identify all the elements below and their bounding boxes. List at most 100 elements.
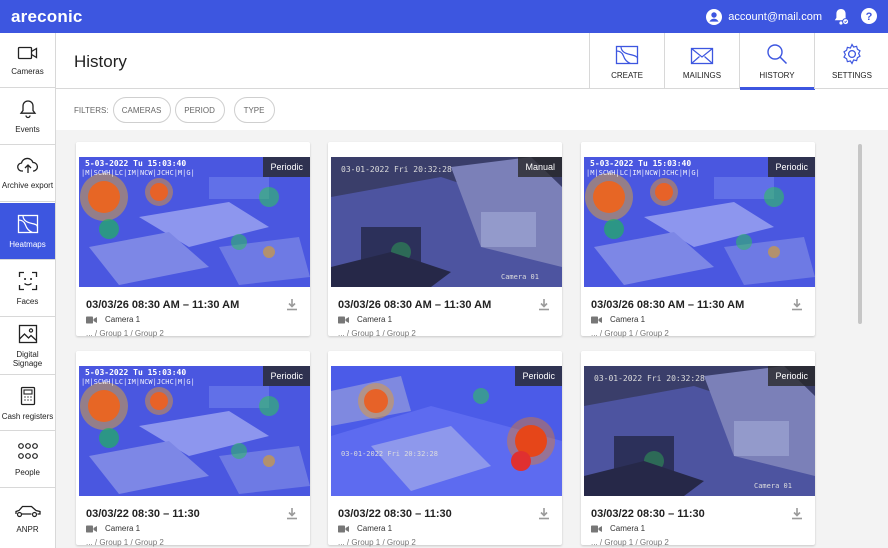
heatmap-thumbnail[interactable]: 03-01-2022 Fri 20:32:28 Camera 01 Manual bbox=[331, 157, 562, 287]
image-icon bbox=[18, 324, 37, 344]
help-icon[interactable]: ? bbox=[861, 8, 877, 24]
sidebar-item-label: Heatmaps bbox=[9, 239, 46, 249]
camera-row: Camera 1 bbox=[591, 315, 645, 324]
svg-text:03-01-2022 Fri 20:32:28: 03-01-2022 Fri 20:32:28 bbox=[594, 374, 705, 383]
camera-name: Camera 1 bbox=[357, 524, 393, 533]
svg-text:?: ? bbox=[866, 11, 873, 23]
download-icon[interactable] bbox=[286, 298, 298, 311]
sidebar-item-faces[interactable]: Faces bbox=[0, 261, 55, 317]
sidebar-item-label: Events bbox=[15, 125, 40, 134]
search-icon bbox=[767, 44, 788, 65]
sidebar-item-digital-signage[interactable]: Digital Signage bbox=[0, 318, 55, 375]
heatmap-icon bbox=[17, 214, 38, 233]
svg-text:Camera 01: Camera 01 bbox=[501, 273, 539, 281]
filter-chip-period[interactable]: PERIOD bbox=[174, 97, 225, 123]
sidebar-item-label: Faces bbox=[16, 297, 39, 306]
camera-row: Camera 1 bbox=[338, 524, 392, 533]
bell-icon bbox=[19, 100, 36, 119]
sidebar-item-anpr[interactable]: ANPR bbox=[0, 489, 55, 548]
heatmap-card[interactable]: 5-03-2022 Tu 15:03:40 |M|SCWH|LC|IM|NCW|J… bbox=[76, 351, 310, 547]
camera-row: Camera 1 bbox=[86, 524, 140, 533]
sidebar-item-heatmaps[interactable]: Heatmaps bbox=[0, 203, 55, 260]
download-icon[interactable] bbox=[538, 507, 550, 520]
download-icon[interactable] bbox=[791, 507, 803, 520]
report-type-badge: Periodic bbox=[263, 366, 310, 386]
sidebar-item-cash-registers[interactable]: Cash registers bbox=[0, 376, 55, 431]
svg-text:03-01-2022 Fri 20:32:28: 03-01-2022 Fri 20:32:28 bbox=[341, 165, 452, 174]
svg-text:5-03-2022 Tu 15:03:40: 5-03-2022 Tu 15:03:40 bbox=[85, 159, 186, 168]
svg-text:5-03-2022 Tu 15:03:40: 5-03-2022 Tu 15:03:40 bbox=[590, 159, 691, 168]
group-path: ... / Group 1 / Group 2 bbox=[86, 538, 164, 547]
heatmap-card[interactable]: 5-03-2022 Tu 15:03:40 |M|SCWH|LC|IM|NCW|J… bbox=[581, 142, 815, 338]
heatmap-card[interactable]: 03-01-2022 Fri 20:32:28 Periodic 03/03/22 … bbox=[328, 351, 562, 547]
heatmap-card[interactable]: 03-01-2022 Fri 20:32:28 Camera 01 Periodic… bbox=[581, 351, 815, 547]
group-path: ... / Group 1 / Group 2 bbox=[338, 538, 416, 547]
filter-chip-cameras[interactable]: CAMERAS bbox=[112, 97, 171, 123]
report-type-badge: Periodic bbox=[263, 157, 310, 177]
camera-icon bbox=[86, 316, 97, 323]
history-grid: 5-03-2022 Tu 15:03:40 |M|SCWH|LC|IM|NCW|J… bbox=[56, 130, 888, 548]
report-type-badge: Manual bbox=[518, 157, 562, 177]
sidebar-item-label: Digital Signage bbox=[12, 350, 43, 368]
camera-icon bbox=[591, 525, 602, 532]
camera-row: Camera 1 bbox=[338, 315, 392, 324]
card-title: 03/03/22 08:30 – 11:30 bbox=[591, 508, 705, 520]
account-email: account@mail.com bbox=[728, 11, 822, 23]
tab-settings[interactable]: SETTINGS bbox=[814, 33, 888, 89]
heatmap-thumbnail[interactable]: 5-03-2022 Tu 15:03:40 |M|SCWH|LC|IM|NCW|J… bbox=[584, 157, 815, 287]
card-title: 03/03/22 08:30 – 11:30 bbox=[338, 508, 452, 520]
camera-icon bbox=[86, 525, 97, 532]
svg-text:|M|SCWH|LC|IM|NCW|JCHC|M|G|: |M|SCWH|LC|IM|NCW|JCHC|M|G| bbox=[81, 169, 195, 177]
cloud-upload-icon bbox=[16, 157, 38, 173]
filter-chip-type[interactable]: TYPE bbox=[233, 97, 275, 123]
card-title: 03/03/26 08:30 AM – 11:30 AM bbox=[86, 299, 240, 311]
camera-row: Camera 1 bbox=[591, 524, 645, 533]
heatmap-thumbnail[interactable]: 5-03-2022 Tu 15:03:40 |M|SCWH|LC|IM|NCW|J… bbox=[79, 366, 310, 496]
sidebar: Cameras Events Archive export Heatmaps F… bbox=[0, 33, 56, 548]
svg-text:|M|SCWH|LC|IM|NCW|JCHC|M|G|: |M|SCWH|LC|IM|NCW|JCHC|M|G| bbox=[81, 378, 195, 386]
sidebar-item-label: Cash registers bbox=[1, 411, 54, 421]
svg-text:Camera 01: Camera 01 bbox=[754, 482, 792, 490]
account-menu[interactable]: account@mail.com bbox=[706, 9, 822, 25]
face-scan-icon bbox=[18, 271, 37, 291]
scrollbar[interactable] bbox=[858, 144, 862, 324]
group-path: ... / Group 1 / Group 2 bbox=[338, 329, 416, 338]
camera-icon bbox=[17, 46, 37, 59]
car-icon bbox=[14, 505, 41, 518]
report-type-badge: Periodic bbox=[515, 366, 562, 386]
camera-icon bbox=[338, 525, 349, 532]
sidebar-item-events[interactable]: Events bbox=[0, 89, 55, 145]
heatmap-card[interactable]: 03-01-2022 Fri 20:32:28 Camera 01 Manual 03… bbox=[328, 142, 562, 338]
download-icon[interactable] bbox=[286, 507, 298, 520]
app-logo[interactable]: areconic bbox=[11, 7, 83, 27]
download-icon[interactable] bbox=[538, 298, 550, 311]
heatmap-thumbnail[interactable]: 03-01-2022 Fri 20:32:28 Periodic bbox=[331, 366, 562, 496]
tab-label: SETTINGS bbox=[831, 71, 872, 80]
notifications-bell-icon[interactable] bbox=[833, 8, 849, 26]
gear-icon bbox=[843, 43, 861, 65]
report-type-badge: Periodic bbox=[768, 366, 815, 386]
heatmap-thumbnail[interactable]: 5-03-2022 Tu 15:03:40 |M|SCWH|LC|IM|NCW|J… bbox=[79, 157, 310, 287]
download-icon[interactable] bbox=[791, 298, 803, 311]
sidebar-item-label: People bbox=[15, 468, 40, 477]
account-icon bbox=[706, 9, 723, 25]
camera-name: Camera 1 bbox=[105, 524, 141, 533]
tab-create[interactable]: CREATE bbox=[589, 33, 664, 89]
sidebar-item-archive-export[interactable]: Archive export bbox=[0, 146, 55, 202]
tab-history[interactable]: HISTORY bbox=[739, 33, 815, 90]
card-title: 03/03/26 08:30 AM – 11:30 AM bbox=[338, 299, 492, 311]
svg-text:5-03-2022 Tu 15:03:40: 5-03-2022 Tu 15:03:40 bbox=[85, 368, 186, 377]
filters-bar: FILTERS: CAMERAS PERIOD TYPE bbox=[74, 97, 275, 123]
tab-mailings[interactable]: MAILINGS bbox=[664, 33, 739, 89]
sidebar-item-people[interactable]: People bbox=[0, 432, 55, 488]
sidebar-item-cameras[interactable]: Cameras bbox=[0, 33, 55, 88]
camera-name: Camera 1 bbox=[105, 315, 141, 324]
sidebar-item-label: ANPR bbox=[16, 525, 39, 534]
svg-text:|M|SCWH|LC|IM|NCW|JCHC|M|G|: |M|SCWH|LC|IM|NCW|JCHC|M|G| bbox=[586, 169, 700, 177]
heatmap-card[interactable]: 5-03-2022 Tu 15:03:40 |M|SCWH|LC|IM|NCW|J… bbox=[76, 142, 310, 338]
camera-icon bbox=[338, 316, 349, 323]
camera-icon bbox=[591, 316, 602, 323]
svg-text:03-01-2022 Fri 20:32:28: 03-01-2022 Fri 20:32:28 bbox=[341, 450, 438, 458]
heatmap-thumbnail[interactable]: 03-01-2022 Fri 20:32:28 Camera 01 Periodic bbox=[584, 366, 815, 496]
cash-register-icon bbox=[20, 386, 35, 405]
